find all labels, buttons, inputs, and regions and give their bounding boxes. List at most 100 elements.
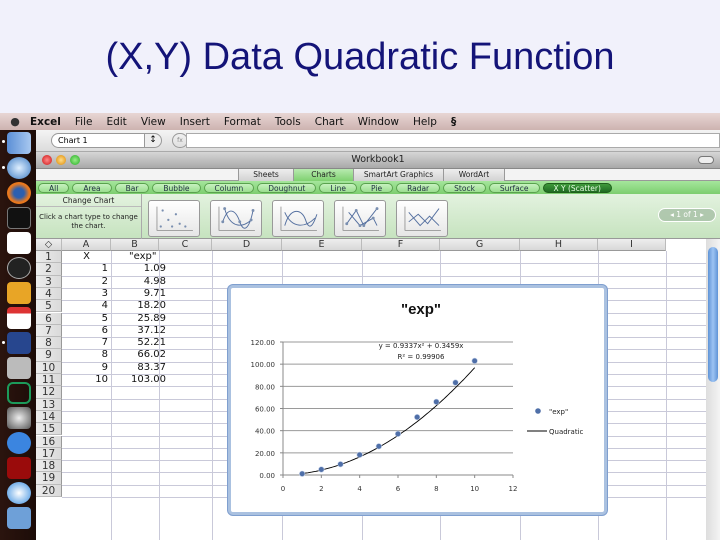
finder-icon[interactable] (7, 132, 31, 154)
cell-a11[interactable]: 10 (62, 374, 111, 386)
menu-help[interactable]: Help (413, 116, 437, 128)
chart-type-bubble[interactable]: Bubble (152, 182, 201, 193)
cell-a5[interactable]: 4 (62, 300, 111, 312)
row-header-20[interactable]: 20 (36, 484, 62, 497)
vertical-scrollbar[interactable] (706, 239, 720, 540)
row-header-14[interactable]: 14 (36, 410, 62, 424)
row-header-10[interactable]: 10 (36, 361, 62, 374)
chart-type-column[interactable]: Column (203, 182, 255, 193)
apple-menu-icon[interactable]: ● (0, 115, 30, 128)
formula-input[interactable] (186, 133, 720, 148)
column-header-f[interactable]: F (362, 239, 440, 251)
chart-type-xy-scatter[interactable]: X Y (Scatter) (542, 182, 612, 193)
cell-b3[interactable]: 4.98 (111, 276, 169, 288)
chart-type-area[interactable]: Area (72, 182, 112, 193)
column-header-d[interactable]: D (212, 239, 282, 251)
chart-type-doughnut[interactable]: Doughnut (257, 182, 317, 193)
row-header-15[interactable]: 15 (36, 423, 62, 436)
row-header-18[interactable]: 18 (36, 460, 62, 473)
menu-window[interactable]: Window (358, 116, 399, 128)
ical-blue-icon[interactable] (7, 332, 31, 354)
cell-a9[interactable]: 8 (62, 349, 111, 361)
cell-a4[interactable]: 3 (62, 288, 111, 300)
cell-a2[interactable]: 1 (62, 263, 111, 275)
preferences-icon[interactable] (7, 407, 31, 429)
row-header-4[interactable]: 4 (36, 287, 62, 301)
scatter-smooth-lines-thumb[interactable] (272, 200, 324, 237)
row-header-3[interactable]: 3 (36, 275, 62, 288)
scrollbar-thumb[interactable] (708, 247, 718, 382)
cell-b9[interactable]: 66.02 (111, 349, 169, 361)
row-header-9[interactable]: 9 (36, 349, 62, 362)
cell-b6[interactable]: 25.89 (111, 313, 169, 325)
terminal-icon[interactable] (7, 207, 31, 229)
photobooth-icon[interactable] (7, 457, 31, 479)
menu-excel[interactable]: Excel (30, 116, 61, 128)
chart-type-radar[interactable]: Radar (396, 182, 441, 193)
cell-a7[interactable]: 6 (62, 325, 111, 337)
cell-b4[interactable]: 9.71 (111, 288, 169, 300)
select-all-corner[interactable]: ◇ (36, 239, 62, 251)
chart-type-surface[interactable]: Surface (488, 182, 540, 193)
column-header-c[interactable]: C (159, 239, 212, 251)
menu-edit[interactable]: Edit (106, 116, 126, 128)
pager-prev-button[interactable]: ◂ (670, 210, 674, 219)
cell-a6[interactable]: 5 (62, 313, 111, 325)
sketch-icon[interactable] (7, 282, 31, 304)
column-header-b[interactable]: B (111, 239, 159, 251)
cell-b7[interactable]: 37.12 (111, 325, 169, 337)
cell-b11[interactable]: 103.00 (111, 374, 169, 386)
chart-type-all[interactable]: All (38, 182, 70, 193)
name-box[interactable]: Chart 1 (51, 133, 159, 148)
cell-b10[interactable]: 83.37 (111, 362, 169, 374)
row-header-13[interactable]: 13 (36, 398, 62, 411)
scatter-straight-lines-markers-thumb[interactable] (334, 200, 386, 237)
ical-icon[interactable] (7, 307, 31, 329)
row-header-12[interactable]: 12 (36, 386, 62, 399)
row-header-19[interactable]: 19 (36, 472, 62, 485)
cell-a3[interactable]: 2 (62, 276, 111, 288)
firefox-icon[interactable] (7, 182, 31, 204)
toolbar-toggle-button[interactable] (698, 156, 714, 164)
scatter-markers-only-thumb[interactable] (148, 200, 200, 237)
menu-view[interactable]: View (141, 116, 166, 128)
cell-b2[interactable]: 1.09 (111, 263, 169, 275)
preview-icon[interactable] (7, 507, 31, 529)
tab-smartart-graphics[interactable]: SmartArt Graphics (353, 169, 443, 181)
cell-a8[interactable]: 7 (62, 337, 111, 349)
safari-icon[interactable] (7, 157, 31, 179)
cell-a1[interactable]: X (62, 251, 111, 263)
menu-tools[interactable]: Tools (275, 116, 301, 128)
row-header-11[interactable]: 11 (36, 374, 62, 387)
row-header-6[interactable]: 6 (36, 312, 62, 325)
chart-type-stock[interactable]: Stock (443, 182, 486, 193)
column-header-h[interactable]: H (520, 239, 598, 251)
menu-chart[interactable]: Chart (315, 116, 344, 128)
cell-a10[interactable]: 9 (62, 362, 111, 374)
cell-b5[interactable]: 18.20 (111, 300, 169, 312)
tab-charts[interactable]: Charts (293, 169, 353, 181)
kbr-icon[interactable] (7, 382, 31, 404)
row-header-5[interactable]: 5 (36, 300, 62, 313)
name-box-stepper[interactable]: ↕ (144, 133, 162, 148)
menu-file[interactable]: File (75, 116, 93, 128)
ichat-icon[interactable] (7, 432, 31, 454)
cell-b8[interactable]: 52.21 (111, 337, 169, 349)
scatter-straight-lines-thumb[interactable] (396, 200, 448, 237)
chart-type-bar[interactable]: Bar (114, 182, 150, 193)
row-header-8[interactable]: 8 (36, 337, 62, 350)
column-header-g[interactable]: G (440, 239, 520, 251)
acrobat-icon[interactable] (7, 232, 31, 254)
dashboard-icon[interactable] (7, 257, 31, 279)
row-header-1[interactable]: 1 (36, 251, 62, 264)
column-header-i[interactable]: I (598, 239, 666, 251)
script-menu-icon[interactable]: § (451, 116, 456, 128)
itunes-icon[interactable] (7, 482, 31, 504)
scatter-smooth-lines-markers-thumb[interactable] (210, 200, 262, 237)
column-header-e[interactable]: E (282, 239, 362, 251)
tab-wordart[interactable]: WordArt (443, 169, 505, 181)
tab-sheets[interactable]: Sheets (238, 169, 293, 181)
chart-type-line[interactable]: Line (319, 182, 357, 193)
row-header-17[interactable]: 17 (36, 447, 62, 461)
menu-insert[interactable]: Insert (180, 116, 210, 128)
